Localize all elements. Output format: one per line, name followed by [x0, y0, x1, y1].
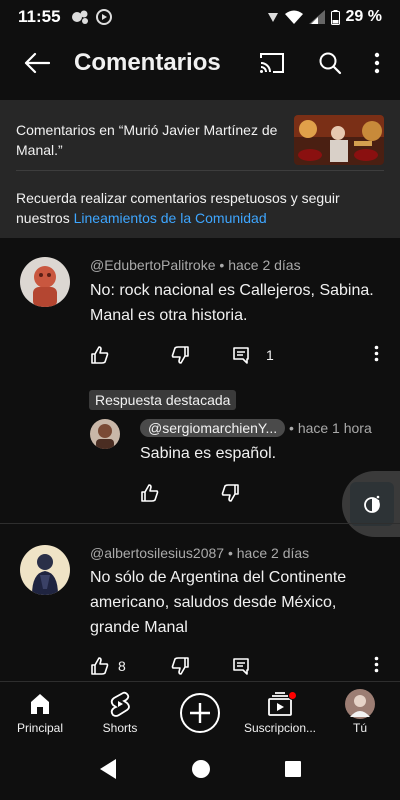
comment-author[interactable]: @albertosilesius2087: [90, 545, 224, 561]
video-context-panel: Comentarios en “Murió Javier Martínez de…: [0, 100, 400, 238]
thumbs-up-icon: [91, 346, 109, 364]
triangle-back-icon: [100, 759, 117, 779]
more-vert-icon: [374, 345, 379, 362]
comment-menu-button[interactable]: [374, 345, 379, 365]
like-button[interactable]: [140, 483, 160, 506]
thumbs-down-icon: [221, 483, 239, 502]
nav-create[interactable]: [160, 682, 240, 743]
thumbs-down-icon: [171, 346, 189, 364]
comment-text: No: rock nacional es Callejeros, Sabina.…: [90, 282, 374, 324]
comment-time: hace 2 días: [236, 545, 310, 561]
system-recents-button[interactable]: [284, 760, 302, 783]
guidelines-link[interactable]: Lineamientos de la Comunidad: [74, 210, 267, 226]
like-count: 8: [118, 658, 126, 674]
nav-label: Tú: [352, 721, 367, 735]
bottom-navigation: Principal Shorts Suscripcion... Tú: [0, 681, 400, 743]
dislike-button[interactable]: [170, 656, 190, 676]
add-circle-icon: [180, 692, 220, 733]
like-button[interactable]: 8: [90, 656, 126, 676]
reply-button[interactable]: 1: [232, 346, 274, 364]
comment-icon: [233, 658, 249, 675]
reply-author[interactable]: @sergiomarchienY...: [140, 419, 286, 437]
reply-button[interactable]: [232, 657, 258, 675]
comment-divider: [0, 523, 400, 524]
circle-home-icon: [191, 760, 210, 778]
dislike-button[interactable]: [220, 483, 240, 506]
profile-avatar-icon: [345, 689, 375, 719]
square-recents-icon: [284, 761, 301, 777]
avatar[interactable]: [20, 545, 70, 595]
system-home-button[interactable]: [191, 759, 211, 784]
app-bar: Comentarios: [0, 34, 400, 92]
contrast-icon: [364, 495, 380, 513]
avatar[interactable]: [20, 257, 70, 307]
media-icon: [95, 9, 112, 25]
more-vert-icon: [374, 656, 379, 673]
like-button[interactable]: [90, 345, 118, 365]
reply-count: 1: [266, 347, 274, 363]
nav-home[interactable]: Principal: [0, 682, 80, 743]
thumbs-down-icon: [171, 657, 189, 675]
video-thumbnail[interactable]: [294, 114, 384, 165]
battery-icon: [330, 9, 340, 25]
home-icon: [31, 694, 49, 714]
comment-icon: [233, 347, 249, 364]
signal-icon: [308, 10, 325, 24]
more-options-button[interactable]: [374, 52, 380, 74]
video-title-context: Comentarios en “Murió Javier Martínez de…: [16, 121, 278, 158]
more-vert-icon: [374, 52, 380, 74]
reply-time: hace 1 hora: [297, 420, 372, 436]
comment-time: hace 2 días: [228, 257, 301, 273]
floating-assistant-button[interactable]: [342, 471, 400, 537]
notification-dot: [288, 691, 297, 700]
nav-label: Principal: [16, 721, 64, 735]
thumbs-up-icon: [141, 483, 159, 502]
nav-shorts[interactable]: Shorts: [80, 682, 160, 743]
guidelines-notice: Recuerda realizar comentarios respetuoso…: [16, 190, 340, 226]
nav-you[interactable]: Tú: [320, 682, 400, 743]
avatar[interactable]: [90, 419, 120, 449]
comment-text: No sólo de Argentina del Continente amer…: [90, 569, 347, 636]
status-bar: 11:55 29 %: [0, 0, 400, 34]
battery-level: 29 %: [345, 8, 382, 25]
system-back-button[interactable]: [98, 758, 118, 785]
page-title: Comentarios: [74, 49, 221, 76]
cast-button[interactable]: [258, 51, 286, 75]
back-button[interactable]: [22, 48, 52, 78]
dislike-button[interactable]: [170, 345, 190, 365]
status-time: 11:55: [18, 7, 61, 26]
notification-icon: [71, 10, 88, 24]
vibrate-icon: [267, 13, 278, 22]
nav-label: Suscripcion...: [243, 721, 317, 735]
system-navigation-bar: [0, 743, 400, 800]
back-arrow-icon: [24, 52, 50, 74]
shorts-icon: [110, 691, 130, 717]
nav-label: Shorts: [102, 721, 138, 735]
reply-text: Sabina es español.: [140, 445, 277, 462]
wifi-icon: [284, 10, 303, 24]
search-icon: [319, 52, 342, 75]
nav-subscriptions[interactable]: Suscripcion...: [240, 682, 320, 743]
cast-icon: [260, 53, 284, 73]
highlighted-reply-badge: Respuesta destacada: [89, 390, 237, 410]
search-button[interactable]: [318, 51, 342, 75]
comment-menu-button[interactable]: [374, 656, 379, 676]
comment-author[interactable]: @EdubertoPalitroke: [90, 257, 216, 273]
thumbs-up-icon: [91, 657, 109, 675]
